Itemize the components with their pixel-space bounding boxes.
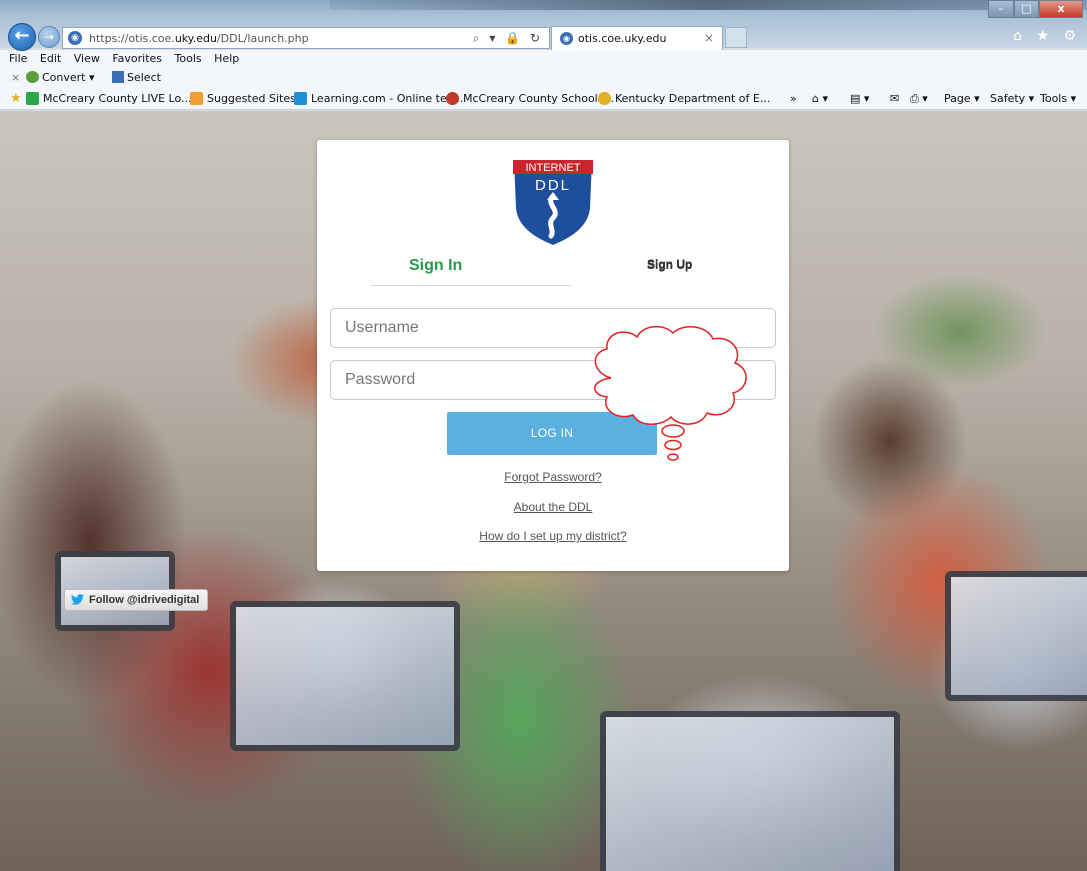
menu-help[interactable]: Help: [214, 52, 239, 65]
logo-main-text: DDL: [535, 177, 571, 194]
ddl-logo: INTERNET DDL: [511, 159, 595, 248]
titlebar-glass: [330, 0, 1087, 10]
menu-tools[interactable]: Tools: [175, 52, 202, 65]
select-label: Select: [127, 71, 161, 84]
favorite-label: Suggested Sites ▾: [207, 92, 305, 105]
favorite-item[interactable]: Suggested Sites ▾: [190, 92, 305, 105]
favorite-icon: [598, 92, 611, 105]
username-input[interactable]: Username: [330, 308, 776, 348]
favorites-star-icon[interactable]: ★: [10, 91, 22, 106]
favorite-item[interactable]: McCreary County Schools...: [446, 92, 614, 105]
favorite-item[interactable]: Kentucky Department of E...: [598, 92, 770, 105]
select-icon: [112, 71, 124, 83]
favorite-label: McCreary County Schools...: [463, 92, 614, 105]
favorite-icon: [26, 92, 39, 105]
favorite-label: Kentucky Department of E...: [615, 92, 771, 105]
cloud-sign-up-label[interactable]: Sign Up: [647, 258, 692, 272]
address-bar[interactable]: ◉ https://otis.coe.uky.edu/DDL/launch.ph…: [62, 27, 550, 49]
about-ddl-link[interactable]: About the DDL: [317, 500, 789, 514]
login-card: INTERNET DDL Sign In Sign Up Username Pa…: [317, 140, 789, 571]
address-tools[interactable]: ⌕ ▾ 🔒 ↻: [473, 31, 543, 46]
feeds-icon[interactable]: ▤ ▾: [850, 92, 869, 105]
tab-divider: [371, 285, 571, 286]
print-icon[interactable]: ⎙ ▾: [910, 92, 928, 106]
background-laptop: [600, 711, 900, 871]
page-menu[interactable]: Page ▾: [944, 92, 980, 105]
tools-menu[interactable]: Tools ▾: [1040, 92, 1076, 105]
password-input[interactable]: Password: [330, 360, 776, 400]
menu-favorites[interactable]: Favorites: [112, 52, 162, 65]
browser-right-icons[interactable]: ⌂ ★ ⚙: [1013, 28, 1081, 44]
mail-icon[interactable]: ✉: [890, 92, 899, 105]
menu-edit[interactable]: Edit: [40, 52, 61, 65]
login-button[interactable]: LOG IN: [447, 412, 657, 455]
select-button[interactable]: Select: [112, 71, 161, 84]
close-window-button[interactable]: x: [1039, 0, 1083, 18]
browser-tab[interactable]: ◉ otis.coe.uky.edu ×: [551, 26, 723, 50]
site-favicon-icon: ◉: [68, 31, 82, 45]
convert-icon: [26, 71, 39, 83]
favorite-label: Learning.com - Online tec...: [311, 92, 464, 105]
twitter-follow-label: Follow @idrivedigital: [89, 594, 200, 606]
convert-label: Convert ▾: [42, 71, 95, 84]
menu-file[interactable]: File: [9, 52, 27, 65]
convert-button[interactable]: Convert ▾: [26, 71, 95, 84]
command-close-icon[interactable]: ×: [11, 71, 20, 84]
background-laptop: [945, 571, 1087, 701]
tab-title: otis.coe.uky.edu: [578, 32, 667, 45]
tab-sign-in[interactable]: Sign In: [409, 257, 462, 275]
tab-favicon-icon: ◉: [560, 32, 573, 45]
new-tab-button[interactable]: [725, 27, 747, 48]
chevron-more-icon[interactable]: »: [790, 92, 797, 105]
menu-view[interactable]: View: [74, 52, 100, 65]
page-background: INTERNET DDL Sign In Sign Up Username Pa…: [0, 111, 1087, 871]
logo-top-text: INTERNET: [526, 162, 581, 174]
twitter-follow-button[interactable]: Follow @idrivedigital: [64, 589, 208, 611]
district-setup-link[interactable]: How do I set up my district?: [317, 529, 789, 543]
favorite-label: McCreary County LIVE Lo...: [43, 92, 192, 105]
command-bar: × Convert ▾ Select: [0, 68, 1087, 88]
background-laptop: [230, 601, 460, 751]
favorite-icon: [446, 92, 459, 105]
minimize-button[interactable]: –: [988, 0, 1014, 18]
back-button[interactable]: ←: [8, 23, 36, 51]
favorite-item[interactable]: Learning.com - Online tec...: [294, 92, 463, 105]
twitter-bird-icon: [71, 594, 84, 605]
forward-button[interactable]: →: [38, 26, 60, 48]
tab-close-icon[interactable]: ×: [704, 31, 714, 45]
home-icon[interactable]: ⌂ ▾: [812, 92, 828, 105]
safety-menu[interactable]: Safety ▾: [990, 92, 1034, 105]
favorite-icon: [294, 92, 307, 105]
favorite-icon: [190, 92, 203, 105]
window-controls: – □ x: [988, 0, 1083, 18]
favorite-item[interactable]: McCreary County LIVE Lo...: [26, 92, 192, 105]
url-text: https://otis.coe.uky.edu/DDL/launch.php: [89, 32, 309, 45]
maximize-button[interactable]: □: [1014, 0, 1039, 18]
favorites-bar: ★ McCreary County LIVE Lo... Suggested S…: [0, 88, 1087, 110]
menu-bar: File Edit View Favorites Tools Help: [0, 50, 1087, 68]
forgot-password-link[interactable]: Forgot Password?: [317, 470, 789, 484]
